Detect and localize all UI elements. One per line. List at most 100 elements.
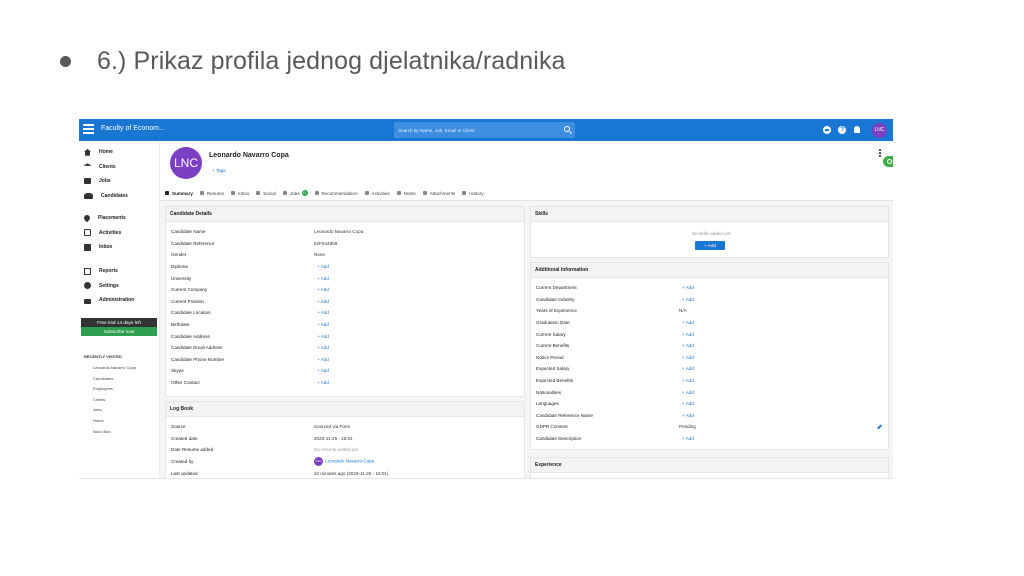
add-button[interactable]: + Add — [317, 380, 329, 385]
info-row: Current Department + Add — [531, 282, 888, 294]
tab-attachments[interactable]: Attachments — [422, 191, 455, 196]
recommendation-icon — [314, 191, 319, 195]
more-vert-icon[interactable] — [879, 149, 881, 157]
log-rows: Source Sourced via Form Created date 2023-… — [166, 417, 524, 478]
log-row: Last updated 22 minutes ago (2023-11-25 -… — [166, 467, 524, 478]
menu-icon[interactable] — [83, 124, 94, 134]
add-button[interactable]: + Add — [682, 297, 694, 302]
add-button[interactable]: + Add — [682, 401, 694, 406]
search-icon[interactable] — [564, 126, 570, 132]
tab-history[interactable]: History — [462, 191, 484, 196]
detail-row: Candidate Phone Number + Add — [166, 354, 524, 366]
sidebar-item-label: Settings — [99, 282, 119, 289]
add-button[interactable]: + Add — [682, 355, 694, 360]
add-button[interactable]: + Add — [317, 368, 329, 373]
add-button[interactable]: + Add — [682, 413, 694, 418]
add-button[interactable]: + Add — [317, 310, 329, 315]
experience-card: Experience — [530, 457, 889, 478]
tab-notes[interactable]: Notes — [396, 191, 416, 196]
sidebar-item-jobs[interactable]: Jobs — [79, 174, 160, 189]
add-button[interactable]: + Add — [317, 264, 329, 269]
detail-row: Birthdate + Add — [166, 319, 524, 331]
reports-icon — [84, 267, 91, 275]
history-icon — [462, 191, 467, 195]
bell-icon[interactable] — [854, 126, 860, 133]
recent-item[interactable]: Home — [93, 418, 136, 429]
sidebar-item-label: Jobs — [99, 178, 111, 185]
sidebar-item-home[interactable]: Home — [79, 145, 160, 160]
minus-circle-icon[interactable] — [823, 126, 831, 134]
add-button[interactable]: + Add — [682, 320, 694, 325]
log-book-card: Log Book Source Sourced via Form Created … — [165, 401, 525, 478]
tab-summary[interactable]: Summary — [165, 191, 193, 196]
subscribe-button[interactable]: Subscribe now — [81, 327, 157, 336]
row-label: Graduation Date — [536, 320, 570, 326]
info-rows: Current Department + Add Candidate Indust… — [531, 278, 888, 444]
add-button[interactable]: + Add — [317, 287, 329, 292]
sidebar-item-placements[interactable]: Placements — [79, 211, 160, 226]
home-icon — [84, 148, 91, 156]
tab-jobs[interactable]: Jobs 0 — [282, 190, 308, 196]
tab-label: Activities — [371, 190, 390, 196]
tab-inbox[interactable]: Inbox — [231, 191, 249, 196]
add-button[interactable]: + Add — [317, 276, 329, 281]
search-box[interactable] — [394, 122, 575, 138]
sidebar-item-settings[interactable]: Settings — [79, 279, 160, 294]
tab-activities[interactable]: Activities — [364, 190, 390, 196]
placement-icon — [82, 214, 92, 223]
recent-item[interactable]: Employees — [93, 386, 136, 397]
add-button[interactable]: + Add — [317, 322, 329, 327]
created-by-value[interactable]: LNC Leonardo Navarro Copa — [314, 457, 375, 467]
created-by-name: Leonardo Navarro Copa — [325, 458, 375, 464]
tab-social[interactable]: Social — [256, 191, 276, 196]
sidebar-item-activities[interactable]: Activities — [79, 226, 160, 241]
add-button[interactable]: + Add — [682, 378, 694, 383]
row-label: Expected Salary — [536, 366, 570, 372]
recent-item[interactable]: Candidates — [93, 376, 136, 387]
recent-item[interactable]: Clients — [93, 397, 136, 408]
recent-item[interactable]: Novo Bob — [93, 429, 136, 440]
tab-recommendation[interactable]: Recommendation — [314, 191, 358, 196]
add-tags-button[interactable]: + Tags — [212, 168, 226, 173]
tab-label: Inbox — [238, 190, 250, 196]
recent-item[interactable]: Leonardo Navarro Copa — [93, 365, 136, 376]
add-button[interactable]: + Add — [682, 390, 694, 395]
chat-icon[interactable] — [883, 156, 893, 167]
detail-row: Current Company + Add — [166, 284, 524, 296]
row-label: Current Position — [171, 298, 204, 304]
log-row: Source Sourced via Form — [166, 421, 524, 433]
add-button[interactable]: + Add — [682, 332, 694, 337]
add-button[interactable]: + Add — [682, 285, 694, 290]
help-icon[interactable] — [838, 126, 846, 134]
sidebar-item-administration[interactable]: Administration — [79, 293, 160, 308]
detail-row: Candidate Address + Add — [166, 330, 524, 342]
sidebar-item-inbox[interactable]: Inbox — [79, 240, 160, 255]
add-button[interactable]: + Add — [317, 345, 329, 350]
sidebar-item-clients[interactable]: Clients — [79, 160, 160, 175]
add-button[interactable]: + Add — [317, 357, 329, 362]
row-label: Current Department — [536, 285, 577, 291]
briefcase-icon — [84, 178, 91, 185]
add-button[interactable]: + Add — [682, 436, 694, 441]
main-content: LNC Leonardo Navarro Copa + Tags Summary… — [160, 141, 893, 478]
add-button[interactable]: + Add — [317, 334, 329, 339]
candidate-avatar: LNC — [170, 147, 202, 179]
search-input[interactable] — [398, 122, 558, 138]
sidebar-item-candidates[interactable]: Candidates — [79, 189, 160, 204]
row-label: Notice Period — [536, 354, 564, 360]
row-label: University — [171, 275, 192, 281]
app-screenshot: Faculty of Econom... LNC Home Clients Jo… — [79, 119, 893, 479]
recent-item[interactable]: Jobs — [93, 407, 136, 418]
sidebar-item-reports[interactable]: Reports — [79, 264, 160, 279]
tab-resume[interactable]: Resume — [199, 191, 224, 196]
add-skill-button[interactable]: + Add — [695, 241, 725, 250]
edit-icon[interactable] — [877, 424, 882, 430]
add-button[interactable]: + Add — [682, 366, 694, 371]
row-value: No resume added yet — [314, 447, 358, 453]
add-button[interactable]: + Add — [317, 299, 329, 304]
sidebar-item-label: Reports — [99, 268, 118, 275]
card-title: Skills — [531, 207, 888, 222]
user-avatar[interactable]: LNC — [872, 123, 887, 138]
add-button[interactable]: + Add — [682, 343, 694, 348]
app-name[interactable]: Faculty of Econom... — [101, 125, 165, 132]
